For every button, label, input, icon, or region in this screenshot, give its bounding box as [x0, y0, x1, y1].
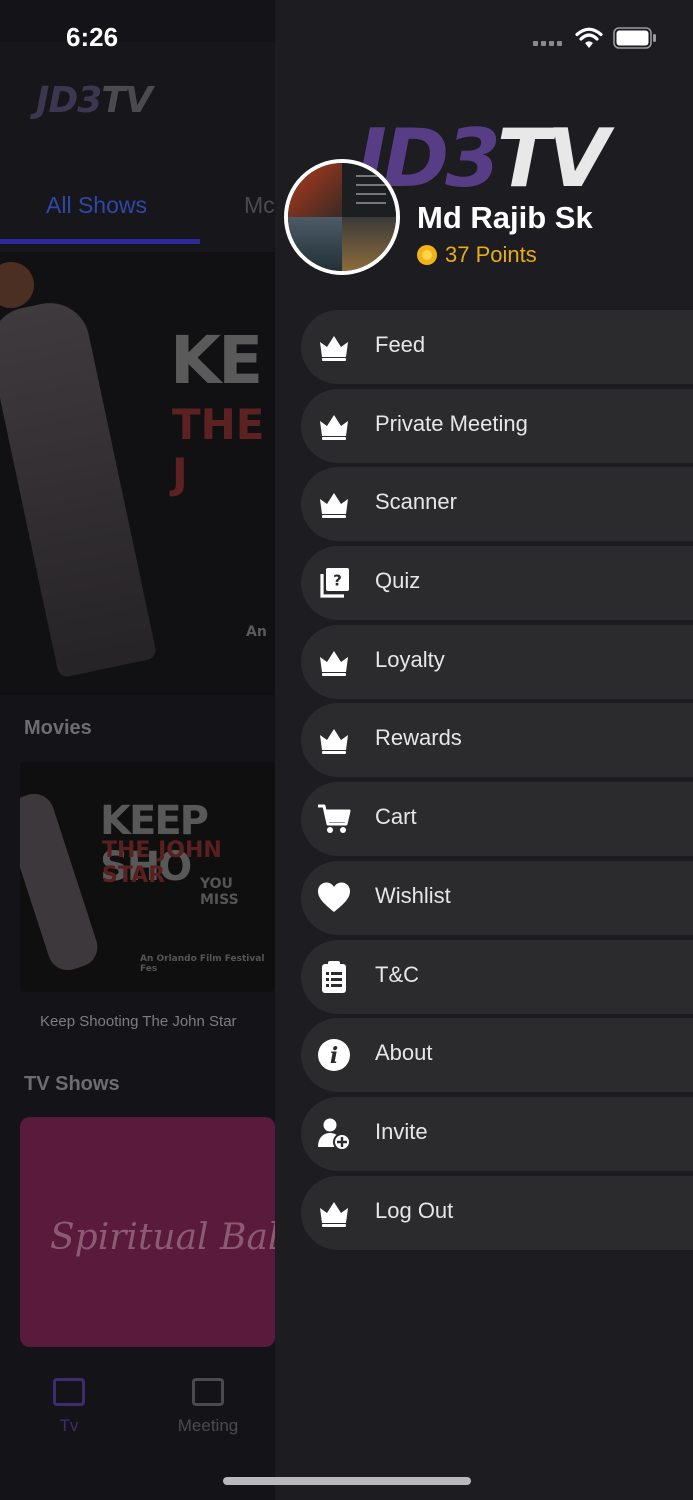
crown-icon — [317, 330, 351, 364]
drawer-menu: Feed Private Meeting Scanner? Quiz Loyalty Re… — [301, 310, 693, 1254]
menu-item-wishlist[interactable]: Wishlist — [301, 860, 693, 935]
movie-poster-line4: An Orlando Film Festival Fes — [140, 954, 265, 974]
menu-item-rewards[interactable]: Rewards — [301, 703, 693, 778]
status-time: 6:26 — [66, 22, 119, 52]
coin-icon — [417, 245, 437, 265]
brand-logo-right: TV — [496, 112, 610, 205]
app-logo: JD3TV — [36, 80, 153, 121]
menu-item-label: Log Out — [375, 1197, 454, 1223]
tv-play-icon — [53, 1378, 85, 1406]
bottom-tab-meeting-label: Meeting — [177, 1416, 239, 1435]
bottom-tab-tv-label: Tv — [59, 1416, 79, 1435]
menu-item-cart[interactable]: Cart — [301, 782, 693, 857]
tab-all-shows[interactable]: All Shows — [46, 192, 147, 219]
signal-icon — [533, 41, 562, 46]
cart-icon — [317, 802, 351, 836]
avatar-tile — [288, 217, 342, 271]
menu-item-label: Wishlist — [375, 882, 451, 908]
menu-item-tandc[interactable]: T&C — [301, 939, 693, 1014]
points-label: 37 Points — [445, 242, 537, 267]
info-icon: i — [317, 1038, 351, 1072]
app-logo-right: TV — [101, 80, 152, 121]
user-name: Md Rajib Sk — [417, 200, 593, 235]
news-icon — [192, 1378, 224, 1406]
menu-item-private-meeting[interactable]: Private Meeting — [301, 388, 693, 463]
clipboard-icon — [317, 960, 351, 994]
tab-more[interactable]: Mc — [244, 192, 275, 219]
menu-item-loyalty[interactable]: Loyalty — [301, 624, 693, 699]
hero-title-line1: KE — [170, 322, 263, 399]
menu-item-label: About — [375, 1040, 433, 1066]
movie-caption: Keep Shooting The John Star — [40, 1013, 237, 1030]
basketball-image — [0, 262, 34, 308]
menu-item-quiz[interactable]: ? Quiz — [301, 546, 693, 621]
crown-icon — [317, 409, 351, 443]
tv-shows-section-title: TV Shows — [24, 1073, 120, 1095]
app-header — [0, 42, 275, 252]
player-image — [0, 295, 158, 679]
movie-player-image — [20, 788, 103, 976]
menu-item-label: Quiz — [375, 568, 421, 594]
home-indicator[interactable] — [223, 1477, 471, 1485]
hero-title-line2: THE J — [172, 400, 265, 498]
crown-icon — [317, 487, 351, 521]
wifi-icon — [575, 27, 603, 48]
avatar[interactable] — [284, 159, 400, 275]
menu-item-label: Invite — [375, 1118, 428, 1144]
menu-item-label: Scanner — [375, 489, 457, 515]
avatar-tile — [342, 217, 396, 271]
menu-item-about[interactable]: i About — [301, 1018, 693, 1093]
tv-show-card[interactable]: Spiritual Ball — [20, 1117, 275, 1347]
crown-icon — [317, 1196, 351, 1230]
menu-item-label: Loyalty — [375, 646, 445, 672]
menu-item-invite[interactable]: Invite — [301, 1096, 693, 1171]
movie-poster-line3: YOU MISS — [200, 876, 239, 908]
tv-poster-text: Spiritual Ball — [50, 1217, 275, 1258]
menu-item-feed[interactable]: Feed — [301, 310, 693, 384]
menu-item-scanner[interactable]: Scanner — [301, 467, 693, 542]
svg-text:?: ? — [333, 572, 342, 590]
active-tab-indicator — [0, 239, 200, 244]
heart-icon — [317, 881, 351, 915]
menu-item-label: Private Meeting — [375, 410, 528, 436]
menu-item-log-out[interactable]: Log Out — [301, 1175, 693, 1250]
menu-item-label: Cart — [375, 804, 417, 830]
side-drawer: JD3TV Md Rajib Sk 37 Points Feed Private … — [275, 0, 693, 1500]
bottom-tab-tv[interactable]: Tv — [24, 1378, 114, 1436]
menu-item-label: Feed — [375, 332, 426, 357]
avatar-tile — [288, 163, 342, 217]
menu-item-label: Rewards — [375, 725, 462, 751]
crown-icon — [317, 645, 351, 679]
bottom-tab-meeting[interactable]: Meeting — [163, 1378, 253, 1436]
svg-text:i: i — [330, 1043, 338, 1069]
menu-item-label: T&C — [375, 961, 419, 987]
movies-section-title: Movies — [24, 717, 92, 739]
points-row: 37 Points — [417, 242, 537, 268]
crown-icon — [317, 723, 351, 757]
battery-icon — [613, 27, 656, 49]
quiz-icon: ? — [317, 566, 351, 600]
avatar-menu-lines — [356, 175, 386, 211]
app-logo-left: JD3 — [36, 80, 102, 121]
hero-footnote: An — [246, 624, 267, 640]
hero-banner[interactable]: KE THE J An — [0, 252, 275, 695]
movie-card[interactable]: KEEP SHO THE JOHN STAR YOU MISS An Orlan… — [20, 762, 275, 992]
add-user-icon — [317, 1117, 351, 1151]
